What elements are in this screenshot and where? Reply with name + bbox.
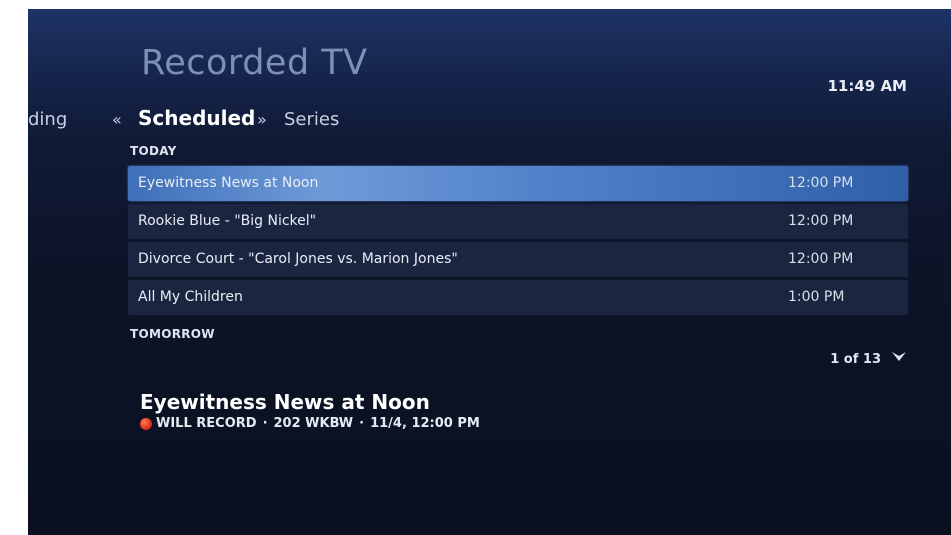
list-item[interactable]: Divorce Court - "Carol Jones vs. Marion …: [128, 242, 908, 277]
details-panel: Eyewitness News at Noon WILL RECORD · 20…: [140, 390, 480, 431]
pager: 1 of 13: [830, 351, 907, 367]
air-datetime: 11/4, 12:00 PM: [370, 416, 480, 431]
record-status: WILL RECORD: [156, 416, 257, 431]
separator: ·: [359, 416, 365, 431]
section-header-tomorrow: TOMORROW: [130, 327, 215, 341]
list-item-title: Eyewitness News at Noon: [138, 175, 319, 191]
chevron-down-icon[interactable]: [891, 351, 907, 367]
page-title: Recorded TV: [141, 43, 368, 83]
clock: 11:49 AM: [827, 77, 907, 95]
list-item-time: 12:00 PM: [788, 251, 854, 267]
section-header-today: TODAY: [130, 144, 177, 158]
list-item-title: Rookie Blue - "Big Nickel": [138, 213, 317, 229]
list-item-time: 1:00 PM: [788, 289, 845, 305]
list-item[interactable]: Rookie Blue - "Big Nickel" 12:00 PM: [128, 204, 908, 239]
separator: ·: [262, 416, 268, 431]
pivot-right-arrow-icon[interactable]: »: [257, 110, 267, 129]
pager-count: 1 of 13: [830, 351, 881, 367]
details-meta: WILL RECORD · 202 WKBW · 11/4, 12:00 PM: [140, 416, 480, 431]
details-title: Eyewitness News at Noon: [140, 390, 430, 414]
list-item-title: Divorce Court - "Carol Jones vs. Marion …: [138, 251, 458, 267]
list-item[interactable]: Eyewitness News at Noon 12:00 PM: [128, 166, 908, 201]
pivot-left-arrow-icon[interactable]: «: [112, 110, 122, 129]
list-item-time: 12:00 PM: [788, 213, 854, 229]
channel: 202 WKBW: [273, 416, 354, 431]
pivot-item-series[interactable]: Series: [284, 109, 339, 130]
media-center-screen: Recorded TV 11:49 AM ding « Scheduled » …: [28, 9, 951, 535]
pivot-nav: ding « Scheduled » Series: [28, 101, 951, 131]
scheduled-list: Eyewitness News at Noon 12:00 PM Rookie …: [128, 166, 908, 318]
list-item-time: 12:00 PM: [788, 175, 854, 191]
pivot-item-scheduled[interactable]: Scheduled: [138, 106, 255, 130]
pivot-item-previous[interactable]: ding: [28, 109, 67, 130]
list-item[interactable]: All My Children 1:00 PM: [128, 280, 908, 315]
list-item-title: All My Children: [138, 289, 243, 305]
record-dot-icon: [140, 417, 152, 430]
